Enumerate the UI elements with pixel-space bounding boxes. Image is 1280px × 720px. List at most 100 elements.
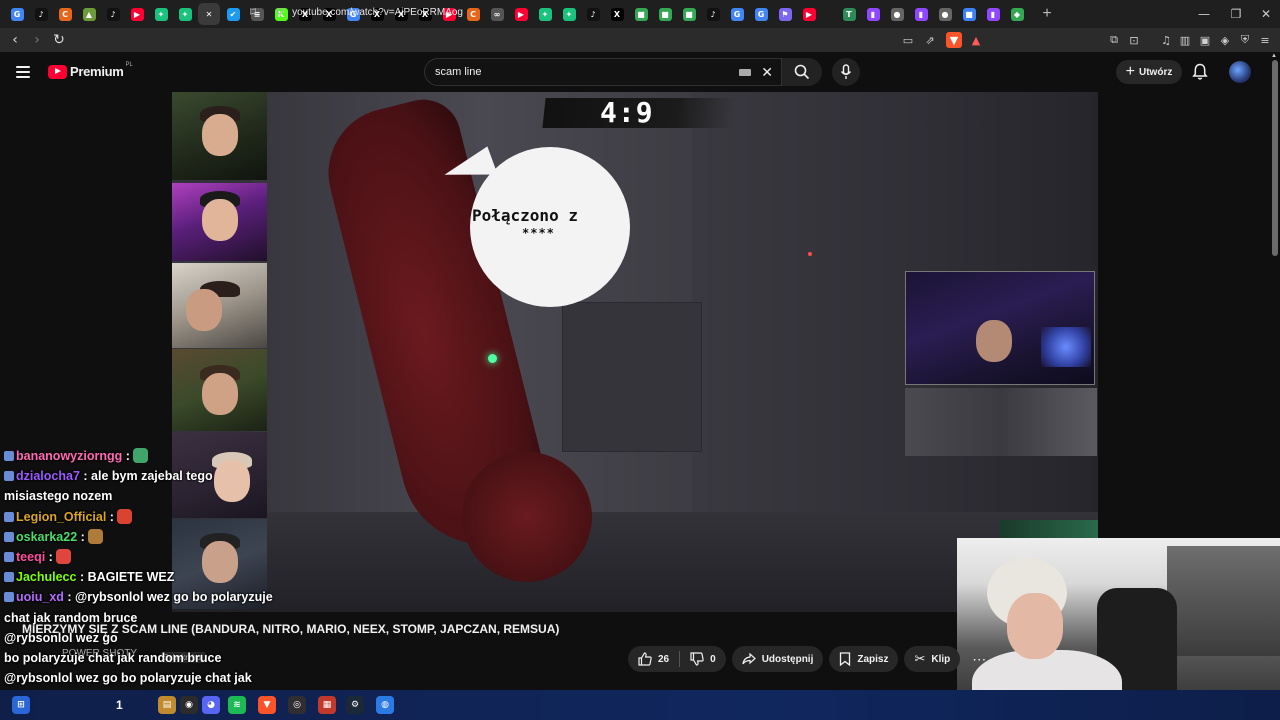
logo-premium-text: Premium [70,64,124,79]
browser-tab[interactable]: C [54,3,76,25]
app-icon[interactable]: ◉ [180,696,198,714]
obs-icon[interactable]: ◎ [288,696,306,714]
chat-username[interactable]: uoiu_xd [16,590,64,604]
clear-search-icon[interactable]: ✕ [761,64,773,81]
clip-button[interactable]: ✂ Klip [904,646,961,672]
chat-badge-icon [4,552,14,562]
spotify-icon[interactable]: ≋ [228,696,246,714]
chat-message: uoiu_xd : @rybsonlol wez go bo polaryzuj… [4,587,273,607]
browser-tab[interactable]: ✦ [150,3,172,25]
screen-capture-icon[interactable]: ⊡ [1126,32,1142,48]
chat-emote-icon [87,528,103,544]
browser-tab[interactable]: ▶ [126,3,148,25]
brave-icon[interactable]: ▼ [258,696,276,714]
chat-text: : [80,529,85,544]
steam-icon[interactable]: ⚙ [346,696,364,714]
browser-tab[interactable]: ✦ [174,3,196,25]
save-button[interactable]: Zapisz [829,646,899,672]
browser-tab[interactable]: ✔ [222,3,244,25]
maps-icon: ◆ [1010,7,1024,21]
chat-emote-icon [132,448,148,463]
screenshot-icon[interactable]: ▭ [900,32,916,48]
maximize-icon[interactable]: ❐ [1220,0,1252,28]
voice-search-button[interactable] [832,58,860,86]
scroll-up-icon[interactable]: ▲ [1271,53,1277,59]
save-label: Zapisz [857,653,889,665]
chat-text: @rybsonlol wez go bo polaryzuje chat jak [4,671,252,686]
youtube-logo[interactable]: Premium PL [48,62,133,79]
green-strip [1000,520,1098,538]
leo-icon[interactable]: ◈ [1217,32,1233,48]
search-button[interactable] [782,58,822,86]
chat-message: Legion_Official : [4,507,132,527]
chat-message-continued: misiastego nozem [4,486,112,506]
more-actions-button[interactable]: ⋯ [966,646,992,672]
menu-icon[interactable]: ≡ [1257,32,1273,48]
browser-tab[interactable]: ♪ [30,3,52,25]
scrollbar[interactable] [1272,60,1278,256]
account-avatar[interactable] [1229,61,1251,83]
extensions-icon[interactable]: ⧉ [1106,32,1122,48]
rewards-icon[interactable]: ▲ [968,32,984,48]
hat-icon: ▲ [82,7,96,21]
browser-tab[interactable]: ✕ [198,3,220,25]
guide-menu-icon[interactable] [16,66,30,78]
search-query: scam line [435,66,482,78]
forward-icon[interactable]: › [26,29,48,51]
site-info-icon[interactable]: ⚲ [276,6,284,19]
new-tab-icon[interactable]: + [1036,3,1058,25]
browser-tab[interactable]: ▲ [78,3,100,25]
chat-message: bananowyziorngg : [4,446,148,466]
chat-text: : BAGIETE WEZ [79,570,175,585]
notifications-icon[interactable] [1192,63,1208,81]
share-page-icon[interactable]: ⇗ [922,32,938,48]
taskbar-count: 1 [116,698,123,712]
chat-message: oskarka22 : [4,527,103,547]
wallet-icon[interactable]: ▣ [1197,32,1213,48]
files-icon[interactable]: ▤ [158,696,176,714]
url-text: youtube.com/watch?v=AiPEoRRMAog [292,6,463,18]
media-icon[interactable]: ♫ [1158,32,1174,48]
address-bar[interactable]: ⌑ ⚲ youtube.com/watch?v=AiPEoRRMAog [250,2,990,22]
share-button[interactable]: Udostępnij [731,646,824,672]
vpn-icon[interactable]: ⛨ [1237,32,1253,48]
globe-icon[interactable]: ◍ [376,696,394,714]
chat-username[interactable]: oskarka22 [16,530,77,544]
chat-text: : @rybsonlol wez go bo polaryzuje [67,590,273,605]
share-icon [742,653,756,665]
chat-message: teeqi : [4,547,71,567]
chat-username[interactable]: dzialocha7 [16,469,80,483]
dislike-button[interactable]: 0 [680,646,726,672]
bird-icon: ✔ [226,7,240,21]
back-icon[interactable]: ‹ [4,29,26,51]
keyboard-icon[interactable] [739,69,751,76]
chat-username[interactable]: teeqi [16,550,45,564]
google-icon: G [10,7,24,21]
like-button[interactable]: 26 [628,646,679,672]
search-input[interactable]: scam line ✕ [424,58,782,86]
chat-username[interactable]: Legion_Official [16,510,106,524]
chat-message-continued: chat jak random bruce [4,608,137,628]
minimize-icon[interactable]: — [1188,0,1220,28]
thumbs-up-icon [638,652,652,666]
browser-tab[interactable]: G [6,3,28,25]
close-window-icon[interactable]: ✕ [1250,0,1280,28]
bookmark-icon[interactable]: ⌑ [250,5,260,19]
chat-text: @rybsonlol wez go [4,630,118,645]
reload-icon[interactable]: ↻ [48,29,70,51]
like-dislike-group: 26 0 [628,646,726,672]
chat-username[interactable]: bananowyziorngg [16,449,122,463]
create-button[interactable]: + Utwórz [1116,60,1182,84]
start-icon[interactable]: ⊞ [12,696,30,714]
discord-icon[interactable]: ◕ [202,696,220,714]
brave-shield-icon[interactable]: ▼ [946,32,962,48]
browser-tab[interactable]: ♪ [102,3,124,25]
news-icon[interactable]: ▦ [318,696,336,714]
pinned-tab[interactable]: ◆ [1006,3,1028,25]
chat-username[interactable]: Jachulecc [16,570,76,584]
chat-badge-icon [4,572,14,583]
create-label: Utwórz [1139,66,1173,78]
sidebar-icon[interactable]: ▥ [1177,32,1193,48]
chat-message-continued: @rybsonlol wez go bo polaryzuje chat jak [4,668,252,688]
chat-text: misiastego nozem [4,489,113,504]
